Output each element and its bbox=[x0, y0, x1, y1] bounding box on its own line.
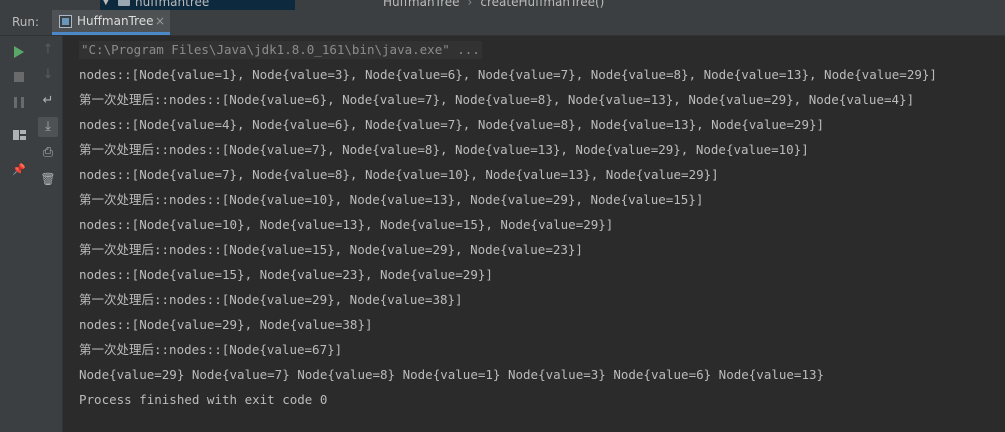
trash-icon[interactable]: 🗑 bbox=[38, 169, 58, 189]
project-name: huffmantree bbox=[135, 0, 210, 9]
stop-button[interactable] bbox=[9, 67, 29, 87]
command-line: "C:\Program Files\Java\jdk1.8.0_161\bin\… bbox=[79, 41, 482, 59]
run-toolbar: ↑ ↓ ↵ ⤓ ⎙ 📌 🗑 bbox=[0, 36, 63, 432]
project-tree-item[interactable]: ▼ huffmantree bbox=[100, 0, 295, 10]
scroll-to-end-icon[interactable]: ⤓ bbox=[38, 117, 58, 137]
exit-message: Process finished with exit code 0 bbox=[79, 392, 328, 407]
console-line: nodes::[Node{value=10}, Node{value=13}, … bbox=[79, 217, 614, 232]
console-line: 第一次处理后::nodes::[Node{value=10}, Node{val… bbox=[79, 192, 704, 207]
breadcrumb: HuffmanTree › createHuffmanTree() bbox=[383, 0, 604, 10]
console-line: 第一次处理后::nodes::[Node{value=29}, Node{val… bbox=[79, 292, 463, 307]
console-line: 第一次处理后::nodes::[Node{value=7}, Node{valu… bbox=[79, 142, 809, 157]
pin-icon[interactable]: 📌 bbox=[9, 160, 29, 180]
run-config-icon bbox=[59, 15, 72, 28]
tab-label: HuffmanTree bbox=[77, 14, 154, 28]
down-arrow-icon[interactable]: ↓ bbox=[38, 65, 58, 85]
console-line: nodes::[Node{value=15}, Node{value=23}, … bbox=[79, 267, 493, 282]
breadcrumb-class[interactable]: HuffmanTree bbox=[383, 0, 460, 9]
console-line: Node{value=29} Node{value=7} Node{value=… bbox=[79, 367, 825, 382]
pause-button[interactable] bbox=[9, 92, 29, 112]
stop-icon bbox=[14, 72, 24, 82]
navigation-bar: ▼ huffmantree HuffmanTree › createHuffmanT… bbox=[0, 0, 1005, 10]
pause-icon bbox=[14, 96, 24, 108]
restore-layout-button[interactable] bbox=[9, 125, 29, 145]
console-line: 第一次处理后::nodes::[Node{value=15}, Node{val… bbox=[79, 242, 583, 257]
print-icon[interactable]: ⎙ bbox=[38, 143, 58, 163]
console-output[interactable]: "C:\Program Files\Java\jdk1.8.0_161\bin\… bbox=[63, 36, 1005, 432]
soft-wrap-icon[interactable]: ↵ bbox=[38, 91, 58, 111]
folder-icon bbox=[118, 0, 130, 6]
run-icon bbox=[14, 46, 24, 58]
console-line: nodes::[Node{value=29}, Node{value=38}] bbox=[79, 317, 373, 332]
console-line: nodes::[Node{value=1}, Node{value=3}, No… bbox=[79, 67, 937, 82]
ide-run-window: ▼ huffmantree HuffmanTree › createHuffmanT… bbox=[0, 0, 1005, 432]
close-icon[interactable]: × bbox=[155, 14, 165, 28]
run-label: Run: bbox=[12, 15, 40, 29]
breadcrumb-separator-icon: › bbox=[467, 0, 473, 9]
run-tab-bar: Run: HuffmanTree × bbox=[0, 10, 1005, 36]
layout-icon bbox=[12, 130, 26, 140]
tab-huffmantree[interactable]: HuffmanTree × bbox=[52, 10, 170, 35]
rerun-button[interactable] bbox=[9, 42, 29, 62]
breadcrumb-method[interactable]: createHuffmanTree() bbox=[480, 0, 604, 9]
console-line: nodes::[Node{value=7}, Node{value=8}, No… bbox=[79, 167, 719, 182]
expand-triangle-icon[interactable]: ▼ bbox=[102, 0, 110, 10]
console-line: nodes::[Node{value=4}, Node{value=6}, No… bbox=[79, 117, 825, 132]
up-arrow-icon[interactable]: ↑ bbox=[38, 40, 58, 60]
console-line: 第一次处理后::nodes::[Node{value=67}] bbox=[79, 342, 343, 357]
console-line: 第一次处理后::nodes::[Node{value=6}, Node{valu… bbox=[79, 92, 915, 107]
